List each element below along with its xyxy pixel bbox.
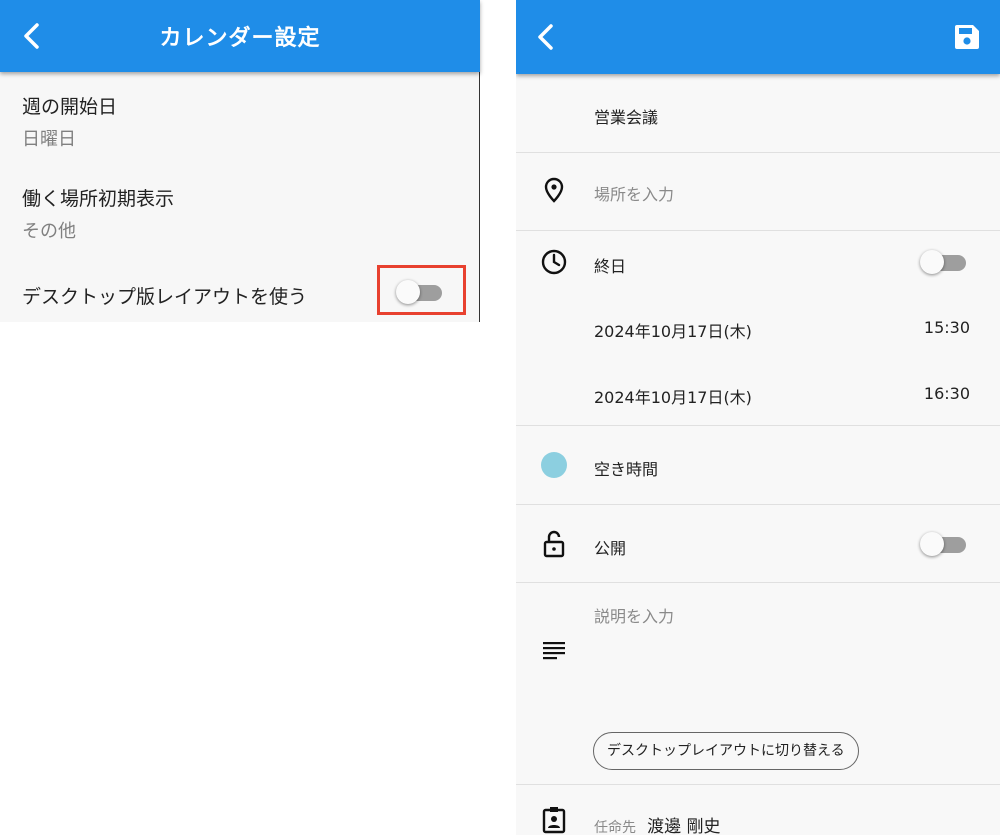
- divider: [516, 425, 1000, 426]
- availability-color-icon[interactable]: [540, 451, 568, 479]
- settings-item-value: その他: [22, 221, 76, 242]
- start-date[interactable]: 2024年10月17日(木): [594, 318, 752, 342]
- divider: [516, 230, 1000, 231]
- assignee-label: 任命先: [594, 820, 636, 835]
- save-button[interactable]: [954, 24, 980, 50]
- divider: [516, 504, 1000, 505]
- assignee-name: 渡邊 剛史: [647, 817, 721, 835]
- divider: [516, 152, 1000, 153]
- start-time[interactable]: 15:30: [924, 318, 970, 337]
- description-lines-icon: [540, 636, 568, 664]
- divider: [516, 784, 1000, 785]
- back-arrow-icon: [538, 24, 553, 50]
- lock-open-icon: [540, 530, 568, 558]
- toggle-knob: [920, 250, 944, 274]
- description-input[interactable]: 説明を入力: [594, 603, 674, 627]
- settings-item-label: デスクトップ版レイアウトを使う: [22, 286, 308, 308]
- settings-item-value: 日曜日: [22, 129, 76, 150]
- assignee-row[interactable]: 任命先 渡邊 剛史: [594, 812, 721, 835]
- clock-icon: [540, 248, 568, 276]
- toggle-knob: [920, 532, 944, 556]
- settings-item-desktop-layout: デスクトップ版レイアウトを使う: [22, 282, 307, 309]
- settings-item-label: 働く場所初期表示: [22, 188, 175, 210]
- settings-item-work-location[interactable]: 働く場所初期表示 その他: [22, 184, 174, 243]
- location-input[interactable]: 場所を入力: [594, 181, 674, 205]
- highlight-box: [377, 265, 466, 315]
- settings-item-label: 週の開始日: [22, 96, 118, 118]
- page-title: カレンダー設定: [159, 26, 321, 51]
- switch-desktop-layout-button[interactable]: デスクトップレイアウトに切り替える: [593, 732, 859, 770]
- divider: [516, 582, 1000, 583]
- availability-label[interactable]: 空き時間: [594, 456, 658, 480]
- all-day-label: 終日: [594, 257, 627, 276]
- visibility-label: 公開: [594, 539, 627, 558]
- save-icon: [955, 25, 979, 49]
- location-pin-icon: [540, 176, 568, 204]
- calendar-settings-screen: カレンダー設定 週の開始日 日曜日 働く場所初期表示 その他 デスクトップ版レイ…: [0, 0, 480, 322]
- event-title-field[interactable]: 営業会議: [594, 104, 658, 128]
- settings-app-bar: カレンダー設定: [0, 0, 480, 72]
- color-dot: [541, 452, 567, 478]
- settings-item-week-start[interactable]: 週の開始日 日曜日: [22, 92, 117, 151]
- event-app-bar: [516, 0, 1000, 74]
- end-date[interactable]: 2024年10月17日(木): [594, 384, 752, 408]
- visibility-toggle[interactable]: [920, 531, 966, 557]
- back-button[interactable]: [528, 17, 562, 57]
- assignee-badge-icon: [540, 806, 568, 834]
- all-day-toggle[interactable]: [920, 249, 966, 275]
- end-time[interactable]: 16:30: [924, 384, 970, 403]
- event-edit-screen: 営業会議 場所を入力 終日 2024年10月17日(木) 15:30 2024年…: [516, 0, 1000, 835]
